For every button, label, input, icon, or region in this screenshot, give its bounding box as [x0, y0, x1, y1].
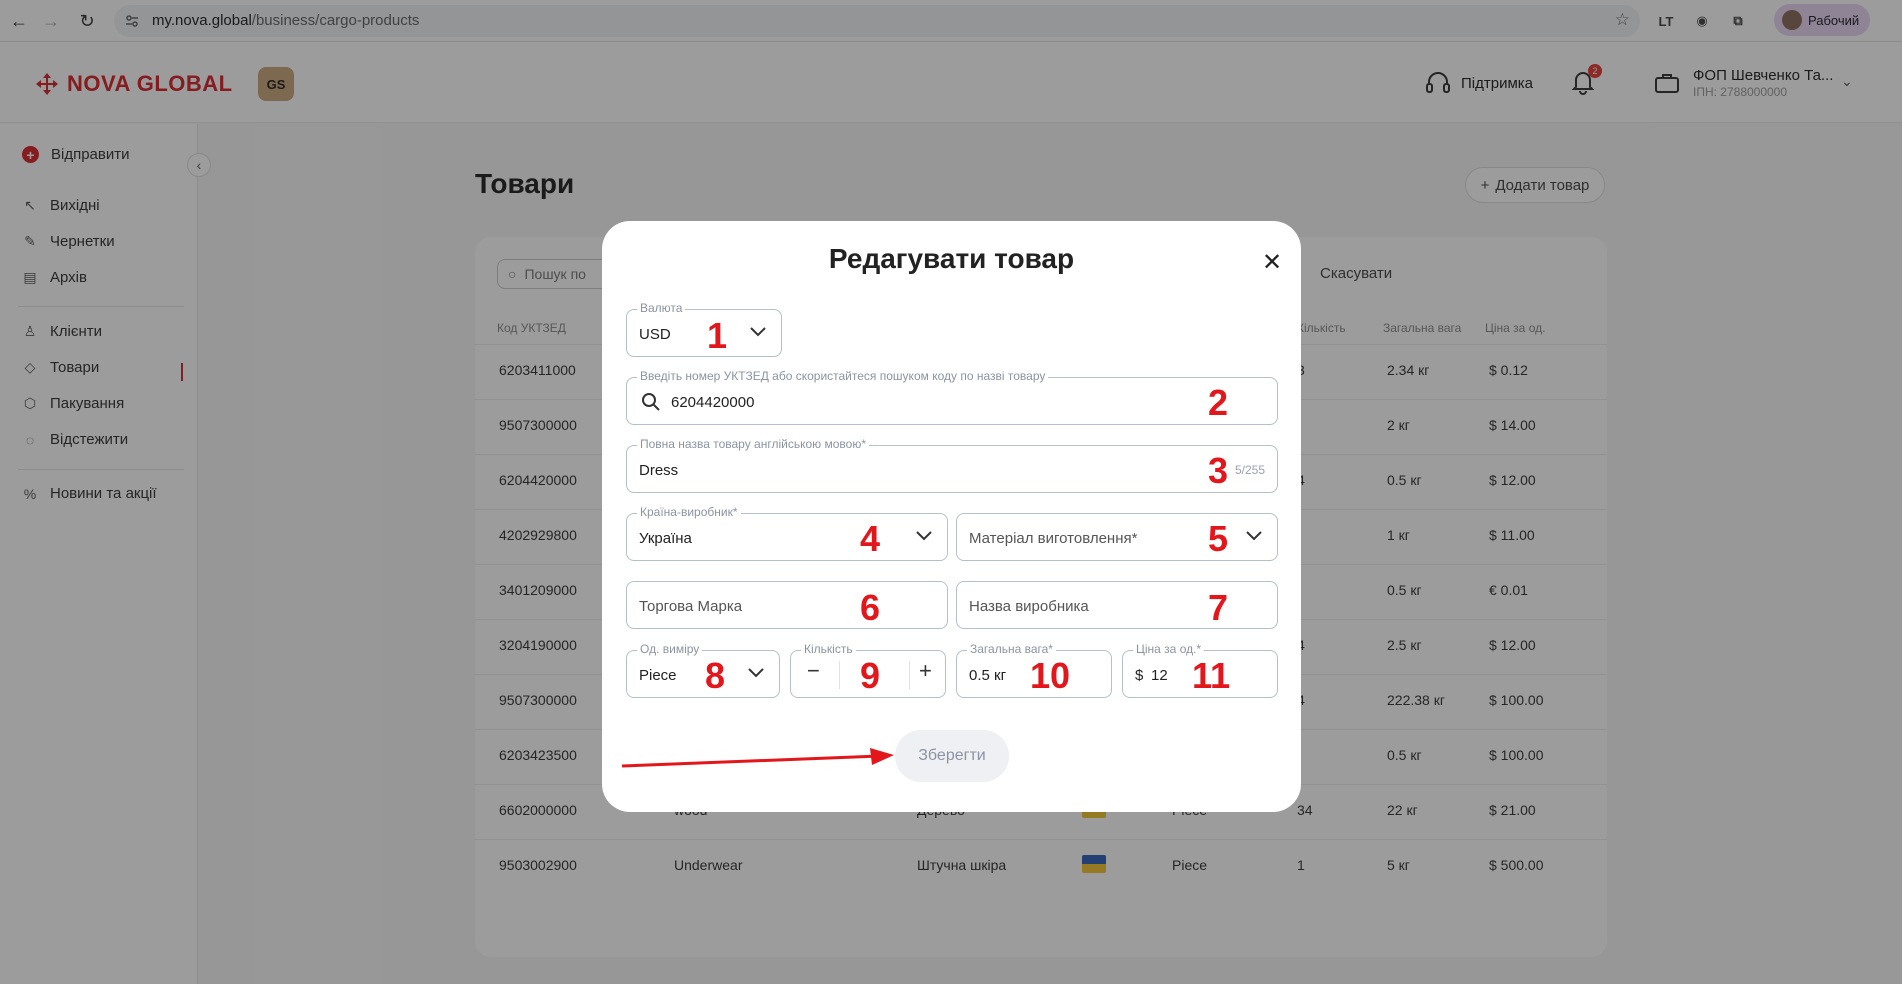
annotation-number: 6: [859, 587, 881, 628]
unit-value: Piece: [639, 667, 677, 684]
chevron-down-icon: [750, 327, 766, 337]
chevron-down-icon: [916, 531, 932, 541]
chevron-down-icon: [1246, 531, 1262, 541]
unit-select[interactable]: Од. виміру Piece: [626, 642, 780, 698]
annotation-number: 9: [859, 655, 881, 696]
search-icon: [642, 393, 660, 411]
field-label: Країна-виробник*: [637, 505, 741, 519]
field-label: Валюта: [637, 301, 686, 315]
save-button[interactable]: Зберегти: [895, 730, 1009, 782]
field-label: Кількість: [801, 642, 856, 656]
material-select[interactable]: Матеріал виготовлення*: [956, 513, 1278, 561]
field-label: Ціна за од.*: [1133, 642, 1205, 656]
chevron-down-icon: [748, 668, 764, 678]
manufacturer-input[interactable]: Назва виробника: [956, 581, 1278, 629]
modal-title: Редагувати товар: [828, 243, 1075, 274]
annotation-number: 7: [1207, 587, 1229, 628]
brand-placeholder: Торгова Марка: [639, 598, 743, 615]
annotation-number: 10: [1029, 655, 1071, 696]
brand-input[interactable]: Торгова Марка: [626, 581, 948, 629]
field-label: Од. виміру: [637, 642, 703, 656]
product-name-en-field[interactable]: Повна назва товару англійською мовою* Dr…: [626, 437, 1278, 493]
code-search-field[interactable]: Введіть номер УКТЗЕД або скористайтеся п…: [626, 369, 1278, 425]
product-name-value: Dress: [639, 462, 679, 479]
plus-icon[interactable]: +: [919, 660, 932, 682]
weight-value: 0.5 кг: [969, 667, 1007, 684]
field-label: Повна назва товару англійською мовою*: [637, 437, 869, 451]
annotation-number: 5: [1207, 518, 1229, 559]
country-value: Україна: [639, 530, 692, 547]
divider: [839, 661, 840, 689]
close-icon[interactable]: ✕: [1262, 251, 1282, 275]
edit-product-modal: Редагувати товар ✕ Валюта USD Введіть но…: [602, 221, 1301, 812]
field-label: Введіть номер УКТЗЕД або скористайтеся п…: [637, 369, 1049, 383]
annotation-number: 11: [1191, 655, 1231, 696]
annotation-number: 3: [1207, 450, 1229, 491]
annotation-number: 8: [704, 655, 726, 696]
annotation-number: 1: [706, 315, 728, 356]
char-counter: 5/255: [1234, 463, 1265, 477]
divider: [909, 661, 910, 689]
annotation-number: 4: [859, 518, 881, 559]
material-placeholder: Матеріал виготовлення*: [969, 530, 1138, 547]
currency-select[interactable]: Валюта USD: [626, 301, 782, 357]
annotation-number: 2: [1207, 382, 1229, 423]
price-value: 12: [1151, 667, 1168, 684]
code-value: 6204420000: [671, 394, 755, 411]
red-arrow-annotation: [622, 748, 894, 768]
minus-icon[interactable]: −: [807, 660, 820, 682]
currency-value: USD: [639, 326, 671, 343]
currency-prefix: $: [1135, 667, 1144, 684]
country-select[interactable]: Країна-виробник* Україна: [626, 505, 948, 561]
manufacturer-placeholder: Назва виробника: [969, 598, 1089, 615]
field-label: Загальна вага*: [967, 642, 1056, 656]
